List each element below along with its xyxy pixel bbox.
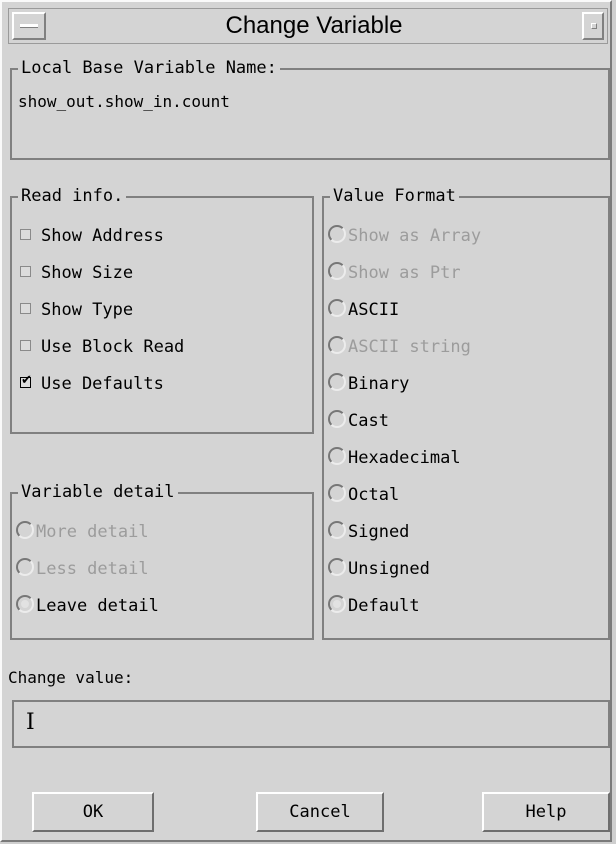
- signed-label: Signed: [348, 522, 410, 542]
- checkbox-box: [20, 302, 31, 314]
- ascii-label: ASCII: [348, 300, 400, 320]
- unsigned-label: Unsigned: [348, 559, 430, 579]
- radio-indicator: [328, 225, 346, 243]
- change-value-label: Change value:: [8, 668, 134, 687]
- binary-radio[interactable]: Binary: [328, 372, 409, 396]
- title-bar[interactable]: Change Variable: [8, 8, 608, 44]
- ascii-string-radio[interactable]: ASCII string: [328, 335, 471, 359]
- radio-indicator: [328, 447, 346, 465]
- cast-label: Cast: [348, 411, 389, 431]
- show-as-ptr-label: Show as Ptr: [348, 263, 461, 283]
- read-info-legend: Read info.: [18, 186, 127, 206]
- value-format-group: Value Format Show as Array Show as Ptr A…: [322, 186, 610, 640]
- help-button[interactable]: Help: [482, 792, 610, 832]
- window-menu-button[interactable]: [12, 12, 46, 40]
- read-info-group: Read info. Show Address Show Size Show T…: [10, 186, 314, 434]
- show-size-checkbox[interactable]: Show Size: [20, 261, 133, 285]
- variable-detail-group: Variable detail More detail Less detail …: [10, 482, 314, 640]
- default-radio[interactable]: Default: [328, 594, 420, 618]
- radio-indicator: [328, 373, 346, 391]
- signed-radio[interactable]: Signed: [328, 520, 409, 544]
- window-title: Change Variable: [225, 12, 403, 39]
- use-defaults-label: Use Defaults: [41, 374, 164, 394]
- default-label: Default: [348, 596, 420, 616]
- radio-indicator: [328, 299, 346, 317]
- radio-indicator-selected: [16, 595, 34, 613]
- ascii-string-label: ASCII string: [348, 337, 471, 357]
- binary-label: Binary: [348, 374, 410, 394]
- radio-indicator: [328, 484, 346, 502]
- checkbox-box: [20, 265, 31, 277]
- radio-indicator: [16, 558, 34, 576]
- cast-radio[interactable]: Cast: [328, 409, 389, 433]
- checkbox-box-checked: ✔: [20, 373, 32, 388]
- base-variable-group: Local Base Variable Name: show_out.show_…: [10, 58, 610, 160]
- value-format-legend: Value Format: [330, 186, 459, 206]
- radio-indicator: [328, 336, 346, 354]
- radio-indicator-selected: [328, 595, 346, 613]
- more-detail-label: More detail: [36, 522, 149, 542]
- radio-indicator: [328, 262, 346, 280]
- show-as-array-label: Show as Array: [348, 226, 482, 246]
- use-block-read-checkbox[interactable]: Use Block Read: [20, 335, 184, 359]
- radio-indicator: [328, 410, 346, 428]
- variable-detail-legend: Variable detail: [18, 482, 178, 502]
- checkbox-box: [20, 228, 31, 240]
- minimize-button[interactable]: [582, 12, 604, 40]
- less-detail-radio[interactable]: Less detail: [16, 557, 149, 581]
- show-as-ptr-radio[interactable]: Show as Ptr: [328, 261, 461, 285]
- show-size-label: Show Size: [41, 263, 134, 283]
- minimize-icon: [591, 23, 597, 29]
- less-detail-label: Less detail: [36, 559, 149, 579]
- hexadecimal-label: Hexadecimal: [348, 448, 461, 468]
- show-address-label: Show Address: [41, 226, 164, 246]
- cancel-button[interactable]: Cancel: [256, 792, 384, 832]
- show-address-checkbox[interactable]: Show Address: [20, 224, 164, 248]
- use-block-read-label: Use Block Read: [41, 337, 185, 357]
- leave-detail-radio[interactable]: Leave detail: [16, 594, 159, 618]
- show-type-checkbox[interactable]: Show Type: [20, 298, 133, 322]
- base-variable-legend: Local Base Variable Name:: [18, 58, 280, 78]
- window-menu-icon: [20, 24, 38, 28]
- checkmark-icon: ✔: [21, 372, 32, 388]
- show-as-array-radio[interactable]: Show as Array: [328, 224, 481, 248]
- radio-indicator: [328, 558, 346, 576]
- base-variable-name: show_out.show_in.count: [18, 92, 230, 111]
- radio-indicator: [16, 521, 34, 539]
- change-value-input[interactable]: I: [12, 700, 610, 748]
- text-cursor: I: [26, 710, 35, 735]
- ok-button[interactable]: OK: [32, 792, 154, 832]
- hexadecimal-radio[interactable]: Hexadecimal: [328, 446, 461, 470]
- more-detail-radio[interactable]: More detail: [16, 520, 149, 544]
- ascii-radio[interactable]: ASCII: [328, 298, 399, 322]
- change-variable-dialog: Change Variable Local Base Variable Name…: [0, 0, 612, 842]
- checkbox-box: [20, 339, 31, 351]
- show-type-label: Show Type: [41, 300, 134, 320]
- octal-radio[interactable]: Octal: [328, 483, 399, 507]
- radio-indicator: [328, 521, 346, 539]
- use-defaults-checkbox[interactable]: ✔ Use Defaults: [20, 372, 164, 396]
- unsigned-radio[interactable]: Unsigned: [328, 557, 430, 581]
- leave-detail-label: Leave detail: [36, 596, 159, 616]
- octal-label: Octal: [348, 485, 400, 505]
